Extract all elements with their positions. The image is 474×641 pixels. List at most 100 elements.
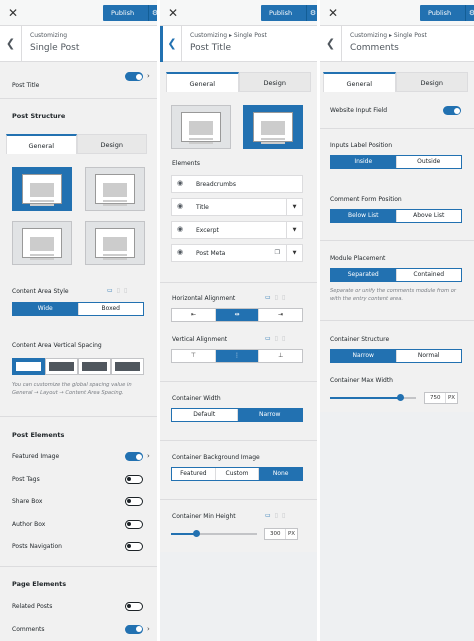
toggle-switch[interactable] (125, 542, 143, 551)
tab-design[interactable]: Design (76, 134, 147, 154)
gear-icon[interactable]: ⚙ (148, 5, 157, 21)
layout-option-1[interactable] (12, 167, 72, 211)
content-area-style-control: Wide Boxed (12, 302, 144, 316)
label-position-control: Inside Outside (330, 155, 462, 169)
elements-label: Elements (172, 160, 200, 167)
element-row[interactable]: ◉ Breadcrumbs (171, 175, 303, 193)
width-default-button[interactable]: Default (172, 409, 237, 421)
style-boxed-button[interactable]: Boxed (77, 303, 144, 315)
bg-none-button[interactable]: None (258, 468, 303, 480)
max-width-input[interactable]: 750 PX (424, 392, 458, 404)
tab-general[interactable]: General (6, 134, 77, 154)
section-header: ❮ Customizing ▸ Single Post Comments (320, 26, 474, 62)
spacing-bottom-icon[interactable] (78, 358, 111, 375)
panel-single-post: ✕ Publish ⚙ ❮ Customizing Single Post Pos… (0, 0, 157, 641)
min-height-slider[interactable] (171, 530, 257, 537)
width-narrow-button[interactable]: Narrow (236, 409, 302, 421)
element-row[interactable]: ◉ Excerpt ▼ (171, 221, 303, 239)
align-left-icon[interactable]: ⇤ (172, 309, 215, 321)
breadcrumb: Customizing (30, 32, 68, 39)
copy-icon[interactable]: ❐ (275, 249, 280, 256)
back-chevron-icon[interactable]: ❮ (320, 26, 342, 62)
close-icon[interactable]: ✕ (160, 0, 186, 26)
device-switcher[interactable]: ▭▯▯ (265, 512, 289, 519)
spacing-top-icon[interactable] (45, 358, 78, 375)
label-inside-button[interactable]: Inside (331, 156, 396, 168)
customizer-topbar: ✕ Publish ⚙ (0, 0, 157, 26)
tab-design[interactable]: Design (238, 72, 311, 92)
back-chevron-icon[interactable]: ❮ (0, 26, 22, 62)
toggle-switch[interactable] (125, 497, 143, 506)
align-center-icon[interactable]: ⇹ (214, 309, 259, 321)
eye-icon[interactable]: ◉ (177, 179, 183, 187)
min-height-input[interactable]: 300 PX (264, 528, 298, 540)
publish-button[interactable]: Publish ⚙ (103, 5, 157, 21)
chevron-down-icon[interactable]: ▼ (286, 222, 302, 238)
layout-option-2[interactable] (85, 167, 145, 211)
device-switcher[interactable]: ▭▯▯ (107, 287, 131, 294)
chevron-down-icon[interactable]: ▼ (286, 245, 302, 261)
post-structure-heading: Post Structure (12, 112, 66, 120)
website-field-toggle[interactable] (443, 106, 461, 115)
spacing-none-icon[interactable] (111, 358, 144, 375)
divider (160, 499, 317, 500)
device-switcher[interactable]: ▭▯▯ (265, 294, 289, 301)
form-above-list-button[interactable]: Above List (395, 210, 462, 222)
eye-icon[interactable]: ◉ (177, 248, 183, 256)
background-image-control: Featured Custom None (171, 467, 303, 481)
title-layout-option-1[interactable] (171, 105, 231, 149)
form-below-list-button[interactable]: Below List (331, 210, 396, 222)
bg-featured-button[interactable]: Featured (172, 468, 215, 480)
tab-general[interactable]: General (323, 72, 396, 92)
layout-option-4[interactable] (85, 221, 145, 265)
chevron-right-icon[interactable]: › (147, 625, 150, 633)
layout-preview-icon (95, 228, 135, 258)
element-row[interactable]: ◉ Title ▼ (171, 198, 303, 216)
chevron-right-icon[interactable]: › (147, 452, 150, 460)
bg-custom-button[interactable]: Custom (214, 468, 259, 480)
align-top-icon[interactable]: ⊤ (172, 350, 215, 362)
title-layout-option-2[interactable] (243, 105, 303, 149)
gear-icon[interactable]: ⚙ (306, 5, 317, 21)
toggle-switch[interactable] (125, 602, 143, 611)
structure-normal-button[interactable]: Normal (395, 350, 462, 362)
slider-handle[interactable] (397, 394, 405, 401)
toggle-switch[interactable] (125, 519, 143, 529)
placement-separated-button[interactable]: Separated (331, 269, 396, 281)
align-middle-icon[interactable]: ⋮ (214, 350, 259, 362)
page-elements-heading: Page Elements (12, 580, 67, 588)
spacing-full-icon[interactable] (12, 358, 45, 375)
eye-icon[interactable]: ◉ (177, 225, 183, 233)
back-chevron-icon[interactable]: ❮ (160, 26, 182, 62)
element-row[interactable]: ◉ Post Meta ❐ ▼ (171, 244, 303, 262)
close-icon[interactable]: ✕ (0, 0, 26, 26)
toggle-switch[interactable] (125, 474, 143, 484)
chevron-right-icon[interactable]: › (147, 72, 150, 80)
gear-icon[interactable]: ⚙ (465, 5, 474, 21)
toggle-switch[interactable] (125, 452, 143, 461)
publish-button[interactable]: Publish ⚙ (420, 5, 474, 21)
background-image-label: Container Background Image (172, 454, 260, 461)
post-title-label: Post Title (12, 82, 40, 89)
close-icon[interactable]: ✕ (320, 0, 346, 26)
style-wide-button[interactable]: Wide (13, 303, 78, 315)
unit-label[interactable]: PX (285, 529, 297, 539)
align-right-icon[interactable]: ⇥ (258, 309, 302, 321)
max-width-slider[interactable] (330, 394, 416, 401)
breadcrumb: Customizing ▸ Single Post (190, 32, 267, 39)
align-bottom-icon[interactable]: ⊥ (258, 350, 302, 362)
slider-handle[interactable] (193, 530, 201, 537)
publish-button[interactable]: Publish ⚙ (261, 5, 317, 21)
toggle-switch[interactable] (125, 624, 143, 634)
tab-design[interactable]: Design (395, 72, 468, 92)
unit-label[interactable]: PX (445, 393, 457, 403)
eye-icon[interactable]: ◉ (177, 202, 183, 210)
device-switcher[interactable]: ▭▯▯ (265, 335, 289, 342)
label-outside-button[interactable]: Outside (395, 156, 462, 168)
placement-contained-button[interactable]: Contained (395, 269, 462, 281)
chevron-down-icon[interactable]: ▼ (286, 199, 302, 215)
layout-option-3[interactable] (12, 221, 72, 265)
structure-narrow-button[interactable]: Narrow (331, 350, 396, 362)
post-title-toggle[interactable] (125, 72, 143, 81)
tab-general[interactable]: General (166, 72, 239, 92)
